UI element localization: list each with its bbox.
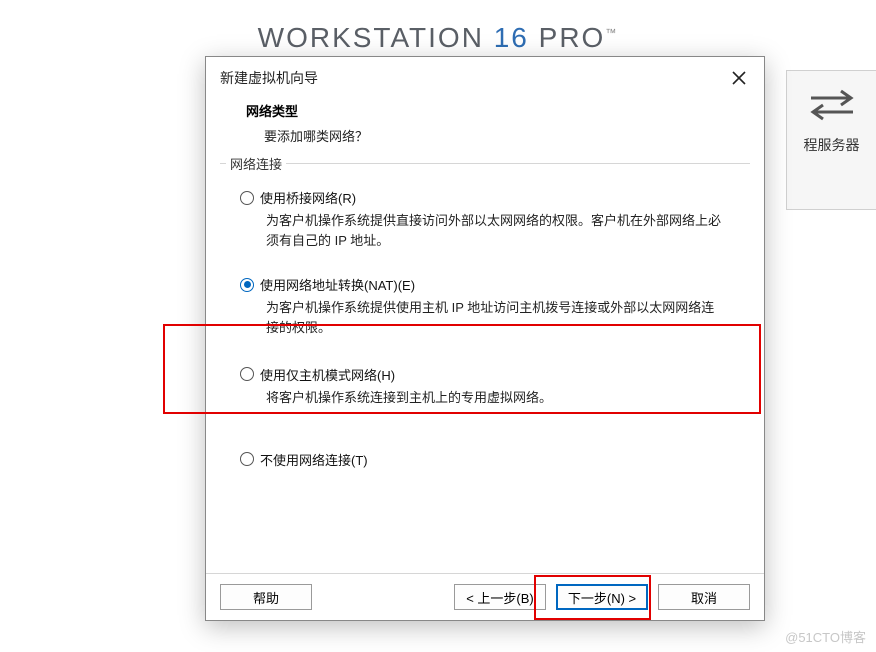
back-button[interactable]: < 上一步(B) <box>454 584 546 610</box>
bg-tile-label: 程服务器 <box>793 135 870 155</box>
brand-version: 16 <box>494 22 529 53</box>
new-vm-wizard-dialog: 新建虚拟机向导 网络类型 要添加哪类网络？ 网络连接 使用桥接网络(R) 为客户… <box>205 56 765 621</box>
next-button[interactable]: 下一步(N) > <box>556 584 648 610</box>
option-nat[interactable]: 使用网络地址转换(NAT)(E) 为客户机操作系统提供使用主机 IP 地址访问主… <box>232 269 738 346</box>
radio-none[interactable] <box>240 452 254 466</box>
page-subheading: 要添加哪类网络？ <box>246 126 736 145</box>
remote-server-icon <box>809 89 855 121</box>
radio-bridged[interactable] <box>240 191 254 205</box>
option-hostonly-label: 使用仅主机模式网络(H) <box>260 365 395 384</box>
option-nat-label: 使用网络地址转换(NAT)(E) <box>260 275 415 294</box>
option-none[interactable]: 不使用网络连接(T) <box>232 444 738 475</box>
brand-tm: ™ <box>605 28 618 40</box>
option-nat-desc: 为客户机操作系统提供使用主机 IP 地址访问主机拨号连接或外部以太网网络连接的权… <box>240 294 732 340</box>
titlebar: 新建虚拟机向导 <box>206 57 764 97</box>
button-bar: 帮助 < 上一步(B) 下一步(N) > 取消 <box>206 573 764 620</box>
group-title: 网络连接 <box>226 154 286 173</box>
brand-edition: PRO <box>539 22 606 53</box>
dialog-title: 新建虚拟机向导 <box>220 68 318 88</box>
option-bridged-label: 使用桥接网络(R) <box>260 188 356 207</box>
brand-name: WORKSTATION <box>258 22 484 53</box>
close-button[interactable] <box>728 67 750 89</box>
option-bridged[interactable]: 使用桥接网络(R) 为客户机操作系统提供直接访问外部以太网网络的权限。客户机在外… <box>232 182 738 259</box>
brand-logo: WORKSTATION 16 PRO™ <box>0 22 876 54</box>
bg-remote-server-tile[interactable]: 程服务器 <box>786 70 876 210</box>
option-bridged-desc: 为客户机操作系统提供直接访问外部以太网网络的权限。客户机在外部网络上必须有自己的… <box>240 207 732 253</box>
help-button[interactable]: 帮助 <box>220 584 312 610</box>
option-hostonly[interactable]: 使用仅主机模式网络(H) 将客户机操作系统连接到主机上的专用虚拟网络。 <box>232 359 738 416</box>
heading-area: 网络类型 要添加哪类网络？ <box>206 97 764 157</box>
option-hostonly-desc: 将客户机操作系统连接到主机上的专用虚拟网络。 <box>240 384 732 410</box>
radio-nat[interactable] <box>240 278 254 292</box>
network-connection-group: 网络连接 使用桥接网络(R) 为客户机操作系统提供直接访问外部以太网网络的权限。… <box>220 163 750 573</box>
radio-hostonly[interactable] <box>240 367 254 381</box>
option-none-label: 不使用网络连接(T) <box>260 450 368 469</box>
page-heading: 网络类型 <box>246 101 736 120</box>
close-icon <box>732 71 746 85</box>
watermark: @51CTO博客 <box>785 627 866 646</box>
cancel-button[interactable]: 取消 <box>658 584 750 610</box>
